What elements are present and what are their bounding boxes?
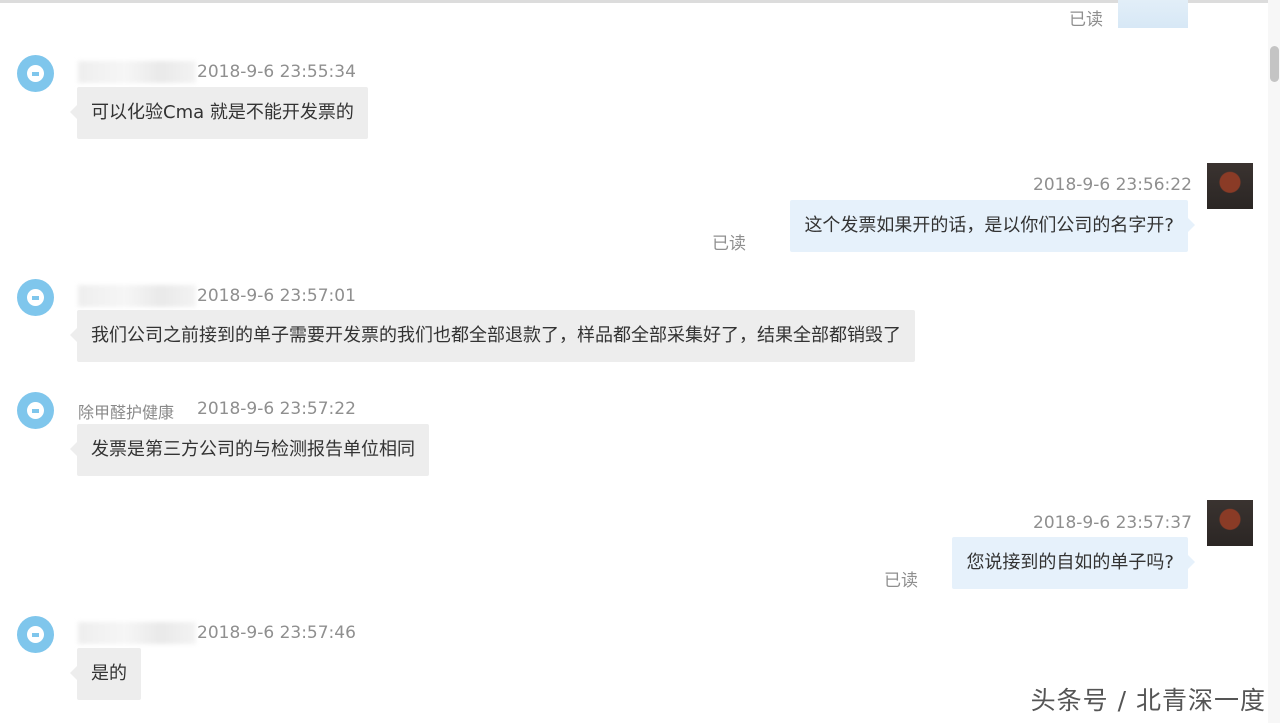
blurred-sender-name bbox=[78, 285, 196, 307]
incoming-message-bubble[interactable]: 我们公司之前接到的单子需要开发票的我们也都全部退款了，样品都全部采集好了，结果全… bbox=[70, 310, 915, 362]
read-receipt: 已读 bbox=[712, 234, 746, 254]
message-timestamp: 2018-9-6 23:55:34 bbox=[197, 62, 356, 82]
outgoing-message-bubble[interactable]: 您说接到的自如的单子吗? bbox=[952, 537, 1195, 589]
message-timestamp: 2018-9-6 23:57:22 bbox=[197, 399, 356, 419]
message-timestamp: 2018-9-6 23:57:46 bbox=[197, 623, 356, 643]
blurred-sender-name bbox=[78, 61, 196, 83]
incoming-message-bubble[interactable]: 发票是第三方公司的与检测报告单位相同 bbox=[70, 424, 429, 476]
user-avatar-icon[interactable] bbox=[1207, 163, 1253, 209]
contact-avatar-icon[interactable] bbox=[17, 392, 54, 429]
contact-avatar-icon[interactable] bbox=[17, 616, 54, 653]
partial-message-bubble bbox=[1118, 0, 1188, 28]
outgoing-message-bubble[interactable]: 这个发票如果开的话，是以你们公司的名字开? bbox=[790, 200, 1195, 252]
sender-name: 除甲醛护健康 bbox=[78, 403, 175, 422]
window-top-border bbox=[0, 0, 1268, 3]
blurred-sender-name bbox=[78, 622, 196, 644]
contact-avatar-icon[interactable] bbox=[17, 55, 54, 92]
incoming-message-bubble[interactable]: 可以化验Cma 就是不能开发票的 bbox=[70, 87, 368, 139]
read-receipt: 已读 bbox=[1069, 10, 1103, 30]
watermark: 头条号 / 北青深一度 bbox=[1030, 686, 1266, 715]
read-receipt: 已读 bbox=[884, 571, 918, 591]
user-avatar-icon[interactable] bbox=[1207, 500, 1253, 546]
scrollbar[interactable] bbox=[1268, 0, 1280, 723]
scrollbar-thumb[interactable] bbox=[1270, 46, 1279, 82]
incoming-message-bubble[interactable]: 是的 bbox=[70, 648, 141, 700]
message-timestamp: 2018-9-6 23:57:37 bbox=[1033, 513, 1192, 533]
contact-avatar-icon[interactable] bbox=[17, 279, 54, 316]
message-timestamp: 2018-9-6 23:57:01 bbox=[197, 286, 356, 306]
message-timestamp: 2018-9-6 23:56:22 bbox=[1033, 175, 1192, 195]
